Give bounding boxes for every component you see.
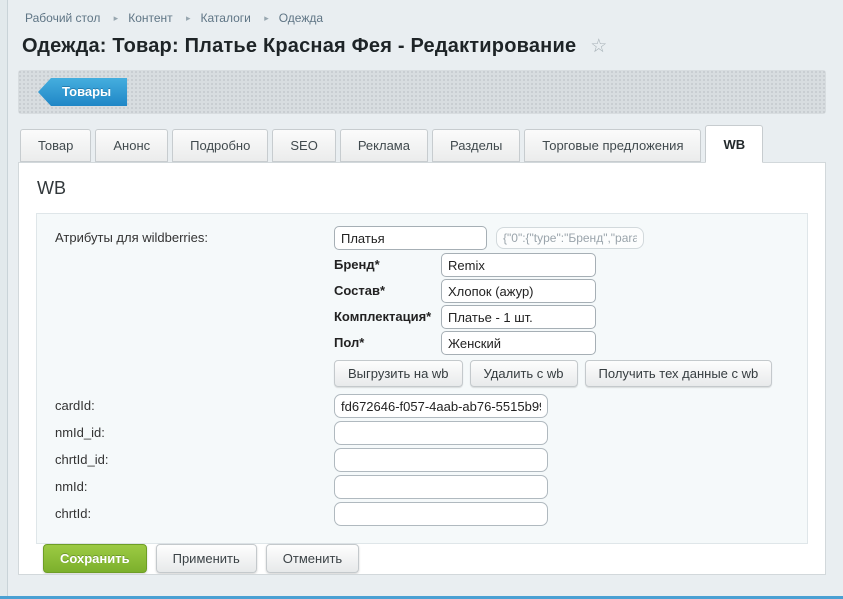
id-field-row: nmId_id: (37, 421, 807, 445)
id-field-row: chrtId_id: (37, 448, 807, 472)
id-field-label: nmId_id: (37, 421, 334, 445)
id-field-row: chrtId: (37, 502, 807, 526)
title-row: Одежда: Товар: Платье Красная Фея - Реда… (22, 35, 826, 58)
tab-bar: Товар Анонс Подробно SEO Реклама Разделы… (18, 125, 826, 163)
tab[interactable]: Разделы (432, 129, 520, 162)
id-field-row: cardId: (37, 394, 807, 418)
field-row: Состав* (334, 279, 807, 303)
id-field-input[interactable] (334, 421, 548, 445)
id-field-label: chrtId: (37, 502, 334, 526)
field-input[interactable] (441, 305, 596, 329)
section-heading: WB (19, 163, 825, 211)
id-field-input[interactable] (334, 502, 548, 526)
tab[interactable]: Товар (20, 129, 91, 162)
tab[interactable]: Анонс (95, 129, 168, 162)
attributes-row: Атрибуты для wildberries: (37, 226, 807, 250)
admin-page: Рабочий стол Контент Каталоги Одежда Оде… (18, 0, 826, 575)
cancel-button[interactable]: Отменить (266, 544, 359, 573)
attributes-json-input[interactable] (496, 227, 644, 249)
id-field-label: chrtId_id: (37, 448, 334, 472)
breadcrumb-item[interactable]: Контент (104, 11, 173, 25)
field-label: Комплектация* (334, 305, 441, 329)
favorite-star-icon[interactable]: ☆ (590, 35, 607, 58)
context-toolbar: Товары (18, 70, 826, 114)
field-input[interactable] (441, 279, 596, 303)
field-row: Бренд* (334, 253, 807, 277)
wb-attributes-form: Атрибуты для wildberries: Бренд* Состав* (36, 213, 808, 544)
id-field-row: nmId: (37, 475, 807, 499)
breadcrumb-item[interactable]: Рабочий стол (25, 11, 100, 25)
required-fields: Бренд* Состав* Комплектация* Пол (37, 253, 807, 355)
id-field-input[interactable] (334, 475, 548, 499)
back-to-list-button[interactable]: Товары (38, 78, 127, 106)
attributes-label: Атрибуты для wildberries: (37, 226, 334, 250)
attributes-inputs (334, 226, 644, 250)
id-fields: cardId: nmId_id: chrtId_id: nmId (37, 394, 807, 526)
collapsed-sidebar-strip[interactable] (0, 0, 8, 599)
breadcrumb: Рабочий стол Контент Каталоги Одежда (18, 0, 826, 25)
id-field-input[interactable] (334, 448, 548, 472)
wb-action-button[interactable]: Выгрузить на wb (334, 360, 463, 387)
apply-button[interactable]: Применить (156, 544, 257, 573)
tab[interactable]: Реклама (340, 129, 428, 162)
form-footer: Сохранить Применить Отменить (19, 544, 825, 575)
tab[interactable]: Подробно (172, 129, 268, 162)
field-label: Бренд* (334, 253, 441, 277)
field-row: Пол* (334, 331, 807, 355)
tab[interactable]: SEO (272, 129, 335, 162)
field-input[interactable] (441, 253, 596, 277)
field-label: Состав* (334, 279, 441, 303)
id-field-input[interactable] (334, 394, 548, 418)
field-input[interactable] (441, 331, 596, 355)
id-field-label: nmId: (37, 475, 334, 499)
wb-action-button[interactable]: Получить тех данные с wb (585, 360, 773, 387)
breadcrumb-item[interactable]: Одежда (254, 11, 323, 25)
id-field-label: cardId: (37, 394, 334, 418)
page-title: Одежда: Товар: Платье Красная Фея - Реда… (22, 35, 576, 58)
edit-form-panel: WB Атрибуты для wildberries: Бренд* (18, 162, 826, 575)
wb-actions: Выгрузить на wb Удалить с wb Получить те… (334, 360, 807, 387)
wb-action-button[interactable]: Удалить с wb (470, 360, 578, 387)
field-row: Комплектация* (334, 305, 807, 329)
breadcrumb-item[interactable]: Каталоги (176, 11, 251, 25)
category-input[interactable] (334, 226, 487, 250)
field-label: Пол* (334, 331, 441, 355)
tab[interactable]: Торговые предложения (524, 129, 701, 162)
save-button[interactable]: Сохранить (43, 544, 147, 573)
tab[interactable]: WB (705, 125, 763, 163)
